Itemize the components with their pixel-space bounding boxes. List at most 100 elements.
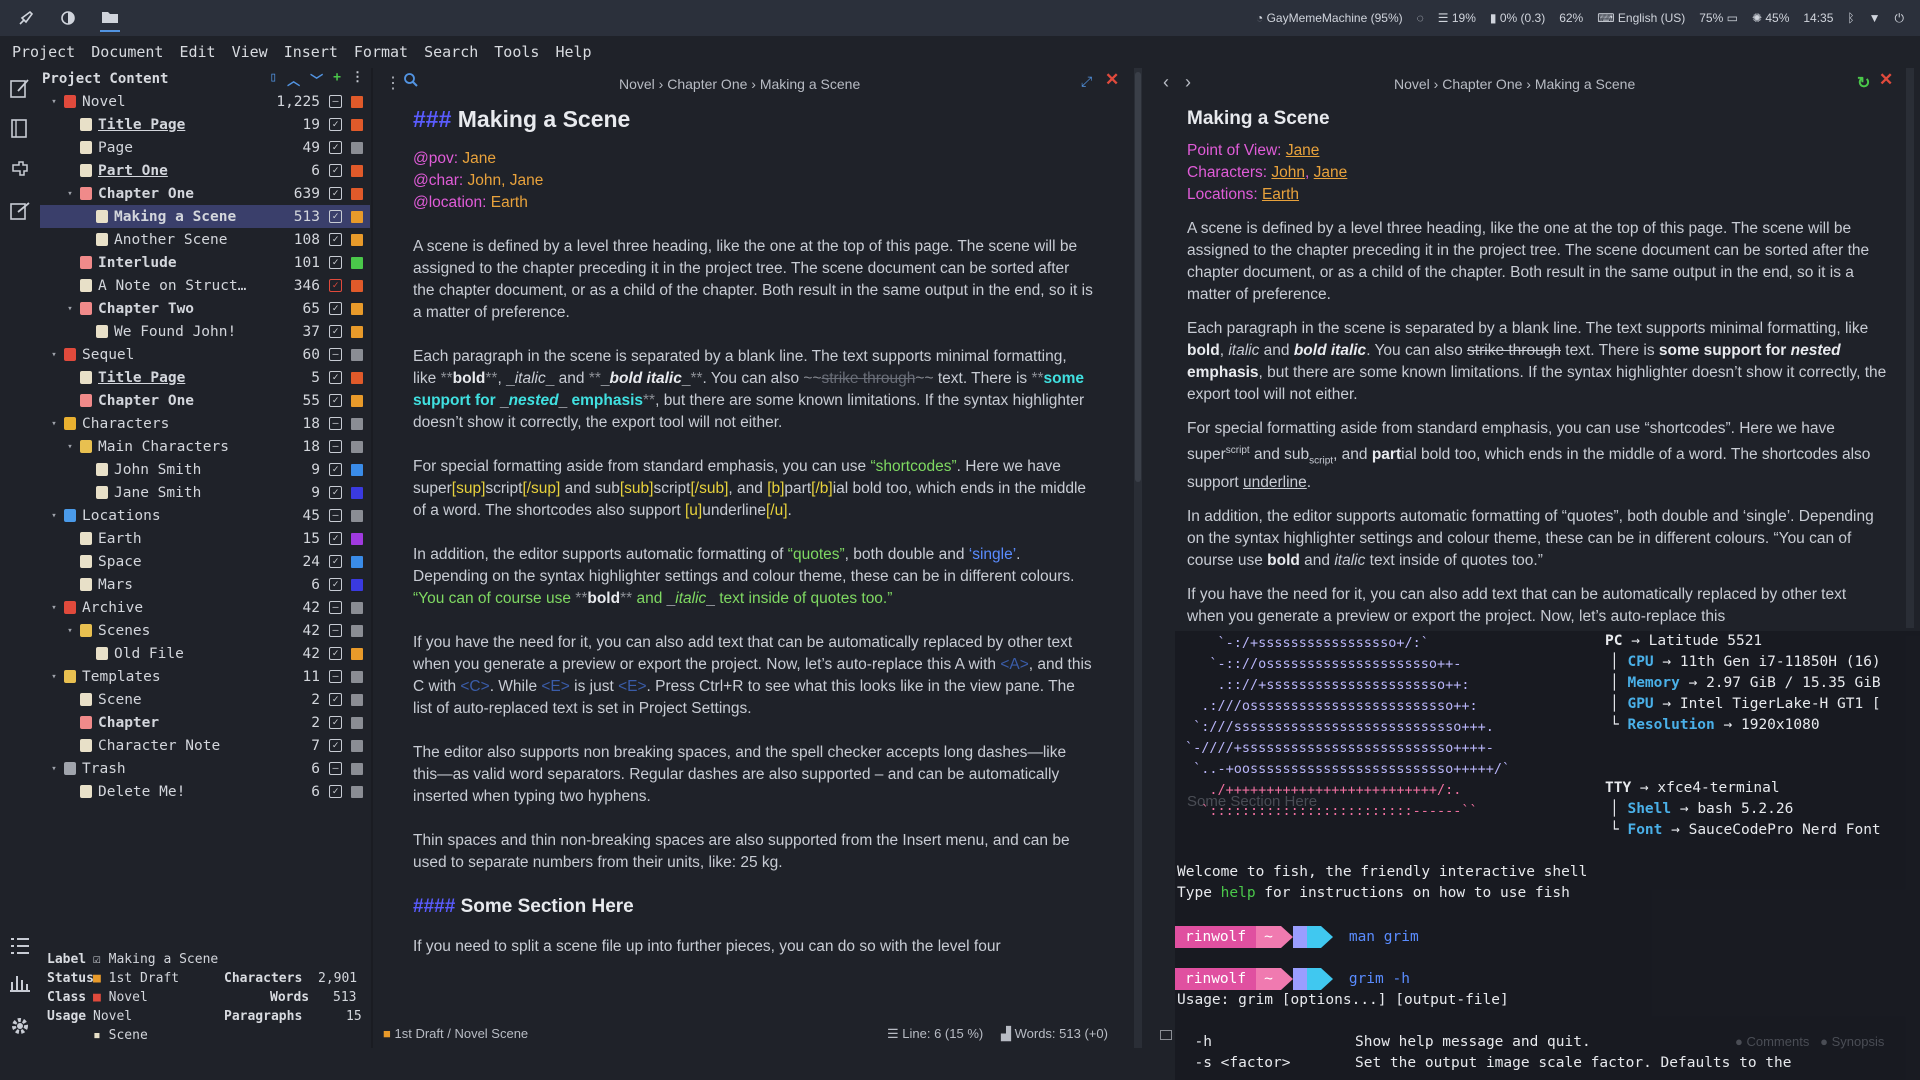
- viewer-refresh-icon[interactable]: ↻: [1857, 73, 1870, 93]
- tree-item[interactable]: Chapter One 55 ✓: [40, 389, 370, 412]
- tree-item[interactable]: Earth 15 ✓: [40, 527, 370, 550]
- tree-item[interactable]: Title Page 19 ✓: [40, 113, 370, 136]
- tree-item-inactive-icon[interactable]: –: [329, 509, 342, 522]
- tree-item[interactable]: ▾ Characters 18–: [40, 412, 370, 435]
- editor-close-icon[interactable]: ✕: [1105, 70, 1119, 90]
- tree-item[interactable]: ▾ Chapter One 639 ✓: [40, 182, 370, 205]
- tree-item[interactable]: Making a Scene 513 ✓: [40, 205, 370, 228]
- editor-maximize-icon[interactable]: ⤢: [1081, 73, 1092, 90]
- editor-text[interactable]: ### Making a Scene @pov: Jane @char: Joh…: [413, 108, 1093, 958]
- viewer-loc-link[interactable]: Earth: [1262, 186, 1299, 203]
- tree-expand-chevron-icon[interactable]: ▾: [64, 626, 76, 636]
- tree-menu-icon[interactable]: ⋮: [351, 70, 364, 89]
- tree-item[interactable]: Another Scene 108 ✓: [40, 228, 370, 251]
- document-editor[interactable]: ⋮ Novel › Chapter One › Making a Scene ⤢…: [373, 68, 1133, 1048]
- tree-item[interactable]: We Found John! 37 ✓: [40, 320, 370, 343]
- tree-item[interactable]: Chapter 2 ✓: [40, 711, 370, 734]
- viewer-close-icon[interactable]: ✕: [1879, 70, 1893, 90]
- tree-item[interactable]: ▾ Trash 6–: [40, 757, 370, 780]
- viewer-char-link-jane[interactable]: Jane: [1314, 164, 1348, 181]
- tree-item-active-icon[interactable]: ✓: [329, 532, 342, 545]
- wifi-status[interactable]: ◔ GayMemeMachine (95%): [1256, 11, 1403, 25]
- menu-tools[interactable]: Tools: [494, 43, 539, 61]
- tree-item[interactable]: ▾ Locations 45–: [40, 504, 370, 527]
- tree-item-inactive-icon[interactable]: –: [329, 762, 342, 775]
- menu-view[interactable]: View: [232, 43, 268, 61]
- tree-item[interactable]: Title Page 5 ✓: [40, 366, 370, 389]
- tree-item-active-icon[interactable]: ✓: [329, 118, 342, 131]
- tree-expand-chevron-icon[interactable]: ▾: [48, 419, 60, 429]
- outline-view-icon[interactable]: [8, 158, 32, 182]
- tree-expand-chevron-icon[interactable]: ▾: [48, 603, 60, 613]
- tree-item[interactable]: Delete Me! 6 ✓: [40, 780, 370, 803]
- tree-item-inactive-icon[interactable]: –: [329, 417, 342, 430]
- tree-item-active-icon[interactable]: ✓: [329, 739, 342, 752]
- tree-item-active-icon[interactable]: ✓: [329, 233, 342, 246]
- tree-item-active-icon[interactable]: ✓: [329, 647, 342, 660]
- tree-item[interactable]: ▾ Templates 11–: [40, 665, 370, 688]
- tree-item-active-icon[interactable]: ✓: [329, 141, 342, 154]
- tree-item[interactable]: Mars 6 ✓: [40, 573, 370, 596]
- move-down-icon[interactable]: ﹀: [310, 70, 323, 89]
- tree-expand-chevron-icon[interactable]: ▾: [48, 97, 60, 107]
- theme-toggle-icon[interactable]: [58, 8, 78, 28]
- tree-item-active-icon[interactable]: ✓: [329, 187, 342, 200]
- menu-project[interactable]: Project: [12, 43, 75, 61]
- power-icon[interactable]: ⏻: [1895, 11, 1905, 26]
- file-manager-icon[interactable]: [100, 4, 120, 32]
- viewer-scrollbar[interactable]: [1906, 68, 1914, 628]
- tree-expand-chevron-icon[interactable]: ▾: [64, 304, 76, 314]
- viewer-back-icon[interactable]: ‹: [1163, 72, 1169, 93]
- settings-gear-icon[interactable]: [8, 1014, 32, 1038]
- tree-item-active-icon[interactable]: ✓: [329, 302, 342, 315]
- menu-document[interactable]: Document: [91, 43, 163, 61]
- visibility-icon[interactable]: ◌: [1417, 11, 1424, 25]
- tree-item-excluded-icon[interactable]: ✓: [329, 279, 342, 292]
- launcher-rocket-icon[interactable]: [16, 8, 36, 28]
- clock[interactable]: 14:35: [1803, 11, 1833, 25]
- tree-expand-chevron-icon[interactable]: ▾: [48, 672, 60, 682]
- menu-edit[interactable]: Edit: [179, 43, 215, 61]
- tree-item[interactable]: A Note on Struct… 346 ✓: [40, 274, 370, 297]
- move-up-icon[interactable]: ︿: [287, 70, 300, 89]
- tree-expand-chevron-icon[interactable]: ▾: [48, 764, 60, 774]
- tree-item-active-icon[interactable]: ✓: [329, 785, 342, 798]
- viewer-pov-link[interactable]: Jane: [1286, 142, 1320, 159]
- bookmark-icon[interactable]: ▯: [269, 70, 277, 89]
- tree-item-active-icon[interactable]: ✓: [329, 716, 342, 729]
- tree-item-active-icon[interactable]: ✓: [329, 256, 342, 269]
- tree-item[interactable]: ▾ Chapter Two 65 ✓: [40, 297, 370, 320]
- tree-expand-chevron-icon[interactable]: ▾: [64, 442, 76, 452]
- tree-item-inactive-icon[interactable]: –: [329, 348, 342, 361]
- menu-insert[interactable]: Insert: [284, 43, 338, 61]
- tree-item-inactive-icon[interactable]: –: [329, 624, 342, 637]
- tree-item[interactable]: Character Note 7 ✓: [40, 734, 370, 757]
- tree-item[interactable]: Part One 6 ✓: [40, 159, 370, 182]
- stats-icon[interactable]: [8, 970, 32, 994]
- keyboard-status[interactable]: ⌨ English (US): [1597, 11, 1685, 25]
- viewer-char-link-john[interactable]: John: [1271, 164, 1305, 181]
- editor-menu-icon[interactable]: ⋮: [385, 73, 401, 93]
- tree-item-active-icon[interactable]: ✓: [329, 325, 342, 338]
- novel-view-icon[interactable]: [8, 116, 32, 140]
- bluetooth-icon[interactable]: ᛒ: [1847, 11, 1854, 25]
- tree-item-inactive-icon[interactable]: –: [329, 670, 342, 683]
- menu-search[interactable]: Search: [424, 43, 478, 61]
- tree-item-inactive-icon[interactable]: –: [329, 601, 342, 614]
- tree-item-active-icon[interactable]: ✓: [329, 371, 342, 384]
- battery-status[interactable]: 75% ▭: [1699, 11, 1738, 25]
- tree-item-active-icon[interactable]: ✓: [329, 578, 342, 591]
- tree-item[interactable]: ▾ Sequel 60–: [40, 343, 370, 366]
- project-tree-icon[interactable]: [8, 76, 32, 100]
- editor-search-icon[interactable]: [403, 72, 419, 91]
- tree-item-active-icon[interactable]: ✓: [329, 164, 342, 177]
- tree-expand-chevron-icon[interactable]: ▾: [48, 350, 60, 360]
- tree-expand-chevron-icon[interactable]: ▾: [48, 511, 60, 521]
- tree-item[interactable]: Jane Smith 9 ✓: [40, 481, 370, 504]
- tree-item[interactable]: Scene 2 ✓: [40, 688, 370, 711]
- tree-item[interactable]: ▾ Scenes 42–: [40, 619, 370, 642]
- outline-list-icon[interactable]: [8, 934, 32, 958]
- terminal-window[interactable]: Some Section Here ● Comments ● Synopsis …: [1175, 631, 1920, 1080]
- tree-item[interactable]: Old File 42 ✓: [40, 642, 370, 665]
- tree-item[interactable]: ▾ Archive 42–: [40, 596, 370, 619]
